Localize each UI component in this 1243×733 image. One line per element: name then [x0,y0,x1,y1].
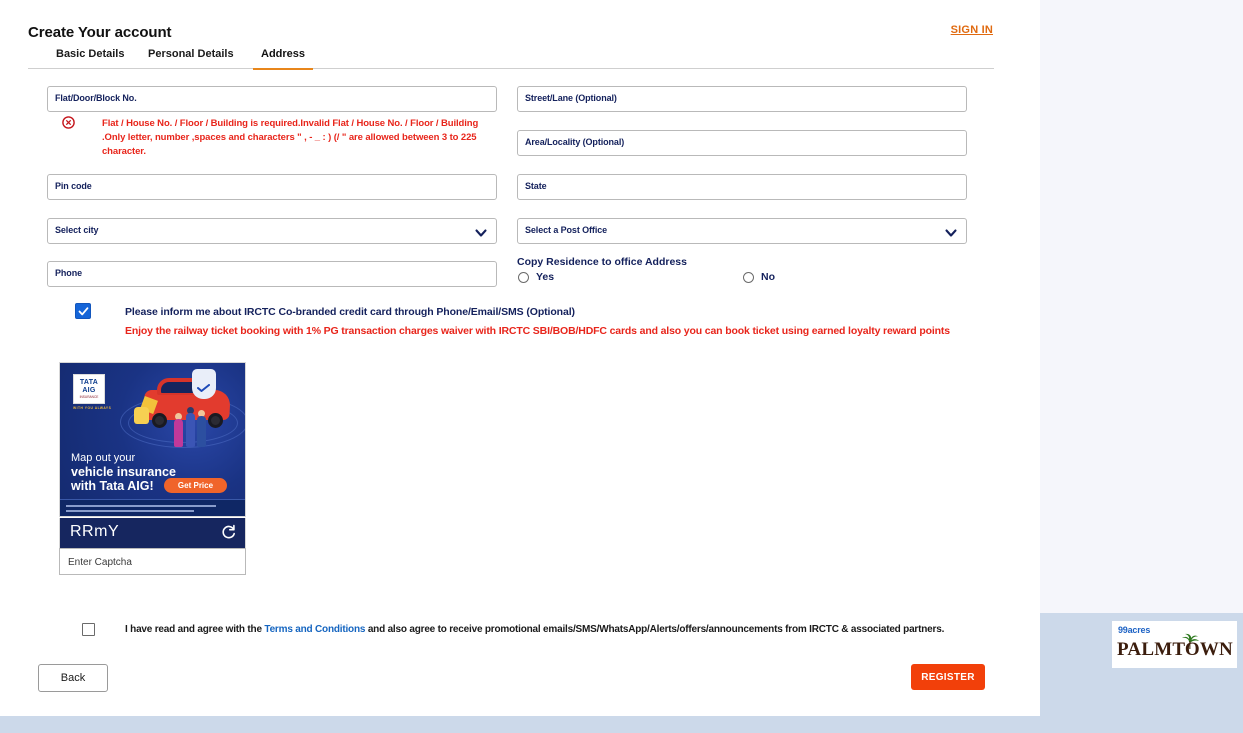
register-button[interactable]: REGISTER [911,664,985,690]
copy-address-yes-label: Yes [536,271,554,283]
street-lane-input[interactable]: Street/Lane (Optional) [517,86,967,112]
tab-bar: Basic Details Personal Details Address [28,48,994,69]
promo-benefit-text: Enjoy the railway ticket booking with 1%… [125,325,950,337]
ad-headline: Map out your vehicle insurance with Tata… [71,451,176,493]
99acres-brand-label: 99acres [1118,625,1150,635]
tata-aig-logo-line2: AIG [74,387,104,395]
pin-code-label: Pin code [55,181,92,191]
state-label: State [525,181,547,191]
tata-aig-logo-line1: TATA [74,378,104,387]
person-figure-3 [197,416,206,447]
area-locality-label: Area/Locality (Optional) [525,137,624,147]
flat-door-block-label: Flat/Door/Block No. [55,93,137,103]
tab-personal-details[interactable]: Personal Details [148,48,234,69]
tata-aig-advertisement[interactable]: TATA AIG INSURANCE WITH YOU ALWAYS Map o… [59,362,246,517]
car-wheel-left [152,413,167,428]
city-select-label: Select city [55,225,98,235]
terms-checkbox[interactable] [82,623,95,636]
tata-aig-logo-line3: INSURANCE [74,395,104,400]
city-select[interactable]: Select city [47,218,497,244]
post-office-select[interactable]: Select a Post Office [517,218,967,244]
copy-address-no-label: No [761,271,775,283]
tata-aig-logo: TATA AIG INSURANCE [73,374,105,404]
palmtown-advertisement[interactable]: 99acres PALMTOWN [1112,621,1237,668]
car-wheel-right [208,413,223,428]
captcha-image: RRmY [59,518,246,548]
area-locality-input[interactable]: Area/Locality (Optional) [517,130,967,156]
chevron-down-icon [945,226,957,238]
ad-fine-print-line2 [66,510,194,512]
sign-in-link[interactable]: SIGN IN [951,24,993,36]
street-lane-label: Street/Lane (Optional) [525,93,617,103]
ad-get-price-button[interactable]: Get Price [164,478,227,493]
chevron-down-icon [475,226,487,238]
person-figure-1 [174,419,183,447]
radio-circle-icon [518,272,529,283]
captcha-input-label: Enter Captcha [68,557,132,568]
registration-card: Create Your account SIGN IN Basic Detail… [12,0,1040,716]
check-icon [78,306,89,317]
state-input[interactable]: State [517,174,967,200]
error-icon [62,116,75,129]
person-figure-2 [186,413,195,447]
phone-input[interactable]: Phone [47,261,497,287]
shield-check-icon [197,379,210,387]
hand-cursor-graphic [134,407,149,424]
ad-fine-print [60,499,245,516]
captcha-code: RRmY [70,523,119,541]
copy-address-label: Copy Residence to office Address [517,256,687,268]
promo-consent-text: Please inform me about IRCTC Co-branded … [125,306,575,318]
terms-text: I have read and agree with the Terms and… [125,624,944,635]
ad-headline-line1: Map out your [71,451,176,465]
pin-code-input[interactable]: Pin code [47,174,497,200]
ad-fine-print-line1 [66,505,216,507]
post-office-select-label: Select a Post Office [525,225,607,235]
ad-headline-line3: with Tata AIG! [71,479,176,493]
page-bottom-band [0,716,1243,733]
phone-label: Phone [55,268,82,278]
terms-prefix: I have read and agree with the [125,624,264,635]
tab-address[interactable]: Address [261,48,305,69]
terms-suffix: and also agree to receive promotional em… [365,624,944,635]
left-gutter [0,0,12,716]
flat-door-block-input[interactable]: Flat/Door/Block No. [47,86,497,112]
ad-headline-line2: vehicle insurance [71,465,176,479]
tata-aig-tagline: WITH YOU ALWAYS [73,406,111,410]
terms-and-conditions-link[interactable]: Terms and Conditions [264,624,365,635]
flat-door-block-error: Flat / House No. / Floor / Building is r… [102,117,492,159]
palmtown-name: PALMTOWN [1117,639,1233,661]
refresh-icon[interactable] [220,524,237,541]
captcha-input[interactable]: Enter Captcha [59,548,246,575]
page-title: Create Your account [28,24,171,41]
back-button[interactable]: Back [38,664,108,692]
tab-basic-details[interactable]: Basic Details [56,48,124,69]
promo-consent-checkbox[interactable] [75,303,91,319]
radio-circle-icon [743,272,754,283]
